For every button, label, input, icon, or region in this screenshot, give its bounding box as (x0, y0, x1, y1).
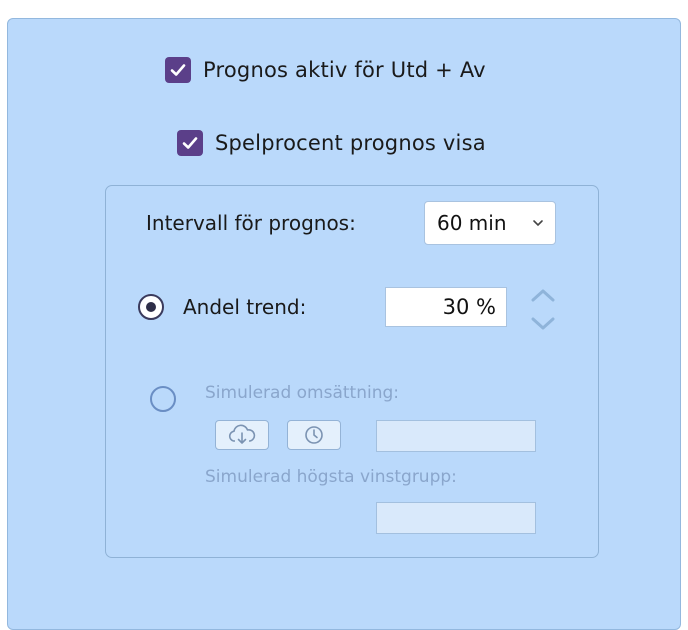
spelprocent-visa-row[interactable]: Spelprocent prognos visa (177, 130, 486, 156)
spelprocent-visa-label: Spelprocent prognos visa (215, 131, 486, 155)
interval-select[interactable]: 60 min (424, 201, 556, 245)
andel-trend-label: Andel trend: (183, 295, 307, 319)
prognos-active-checkbox[interactable] (165, 57, 191, 83)
clock-icon (305, 426, 323, 444)
simulerad-hogsta-input[interactable] (376, 502, 536, 534)
andel-trend-radio[interactable] (138, 294, 164, 320)
simulerad-radio[interactable] (150, 386, 176, 412)
andel-trend-input[interactable]: 30 % (385, 287, 507, 327)
check-icon (182, 137, 198, 149)
prognos-active-label: Prognos aktiv för Utd + Av (203, 58, 486, 82)
clock-button[interactable] (287, 420, 341, 450)
simulerad-omsattning-label: Simulerad omsättning: (205, 383, 399, 403)
simulerad-omsattning-input[interactable] (376, 420, 536, 452)
check-icon (170, 64, 186, 76)
spelprocent-visa-checkbox[interactable] (177, 130, 203, 156)
prognos-active-row[interactable]: Prognos aktiv för Utd + Av (165, 57, 486, 83)
spin-down-icon[interactable] (530, 317, 556, 331)
spin-up-icon[interactable] (530, 288, 556, 302)
cloud-download-icon (228, 424, 256, 444)
simulerad-hogsta-label: Simulerad högsta vinstgrupp: (205, 467, 457, 487)
interval-label: Intervall för prognos: (146, 211, 356, 235)
cloud-download-button[interactable] (215, 420, 269, 450)
andel-trend-value: 30 % (442, 295, 496, 319)
interval-value: 60 min (437, 211, 507, 235)
chevron-down-icon (533, 220, 543, 227)
